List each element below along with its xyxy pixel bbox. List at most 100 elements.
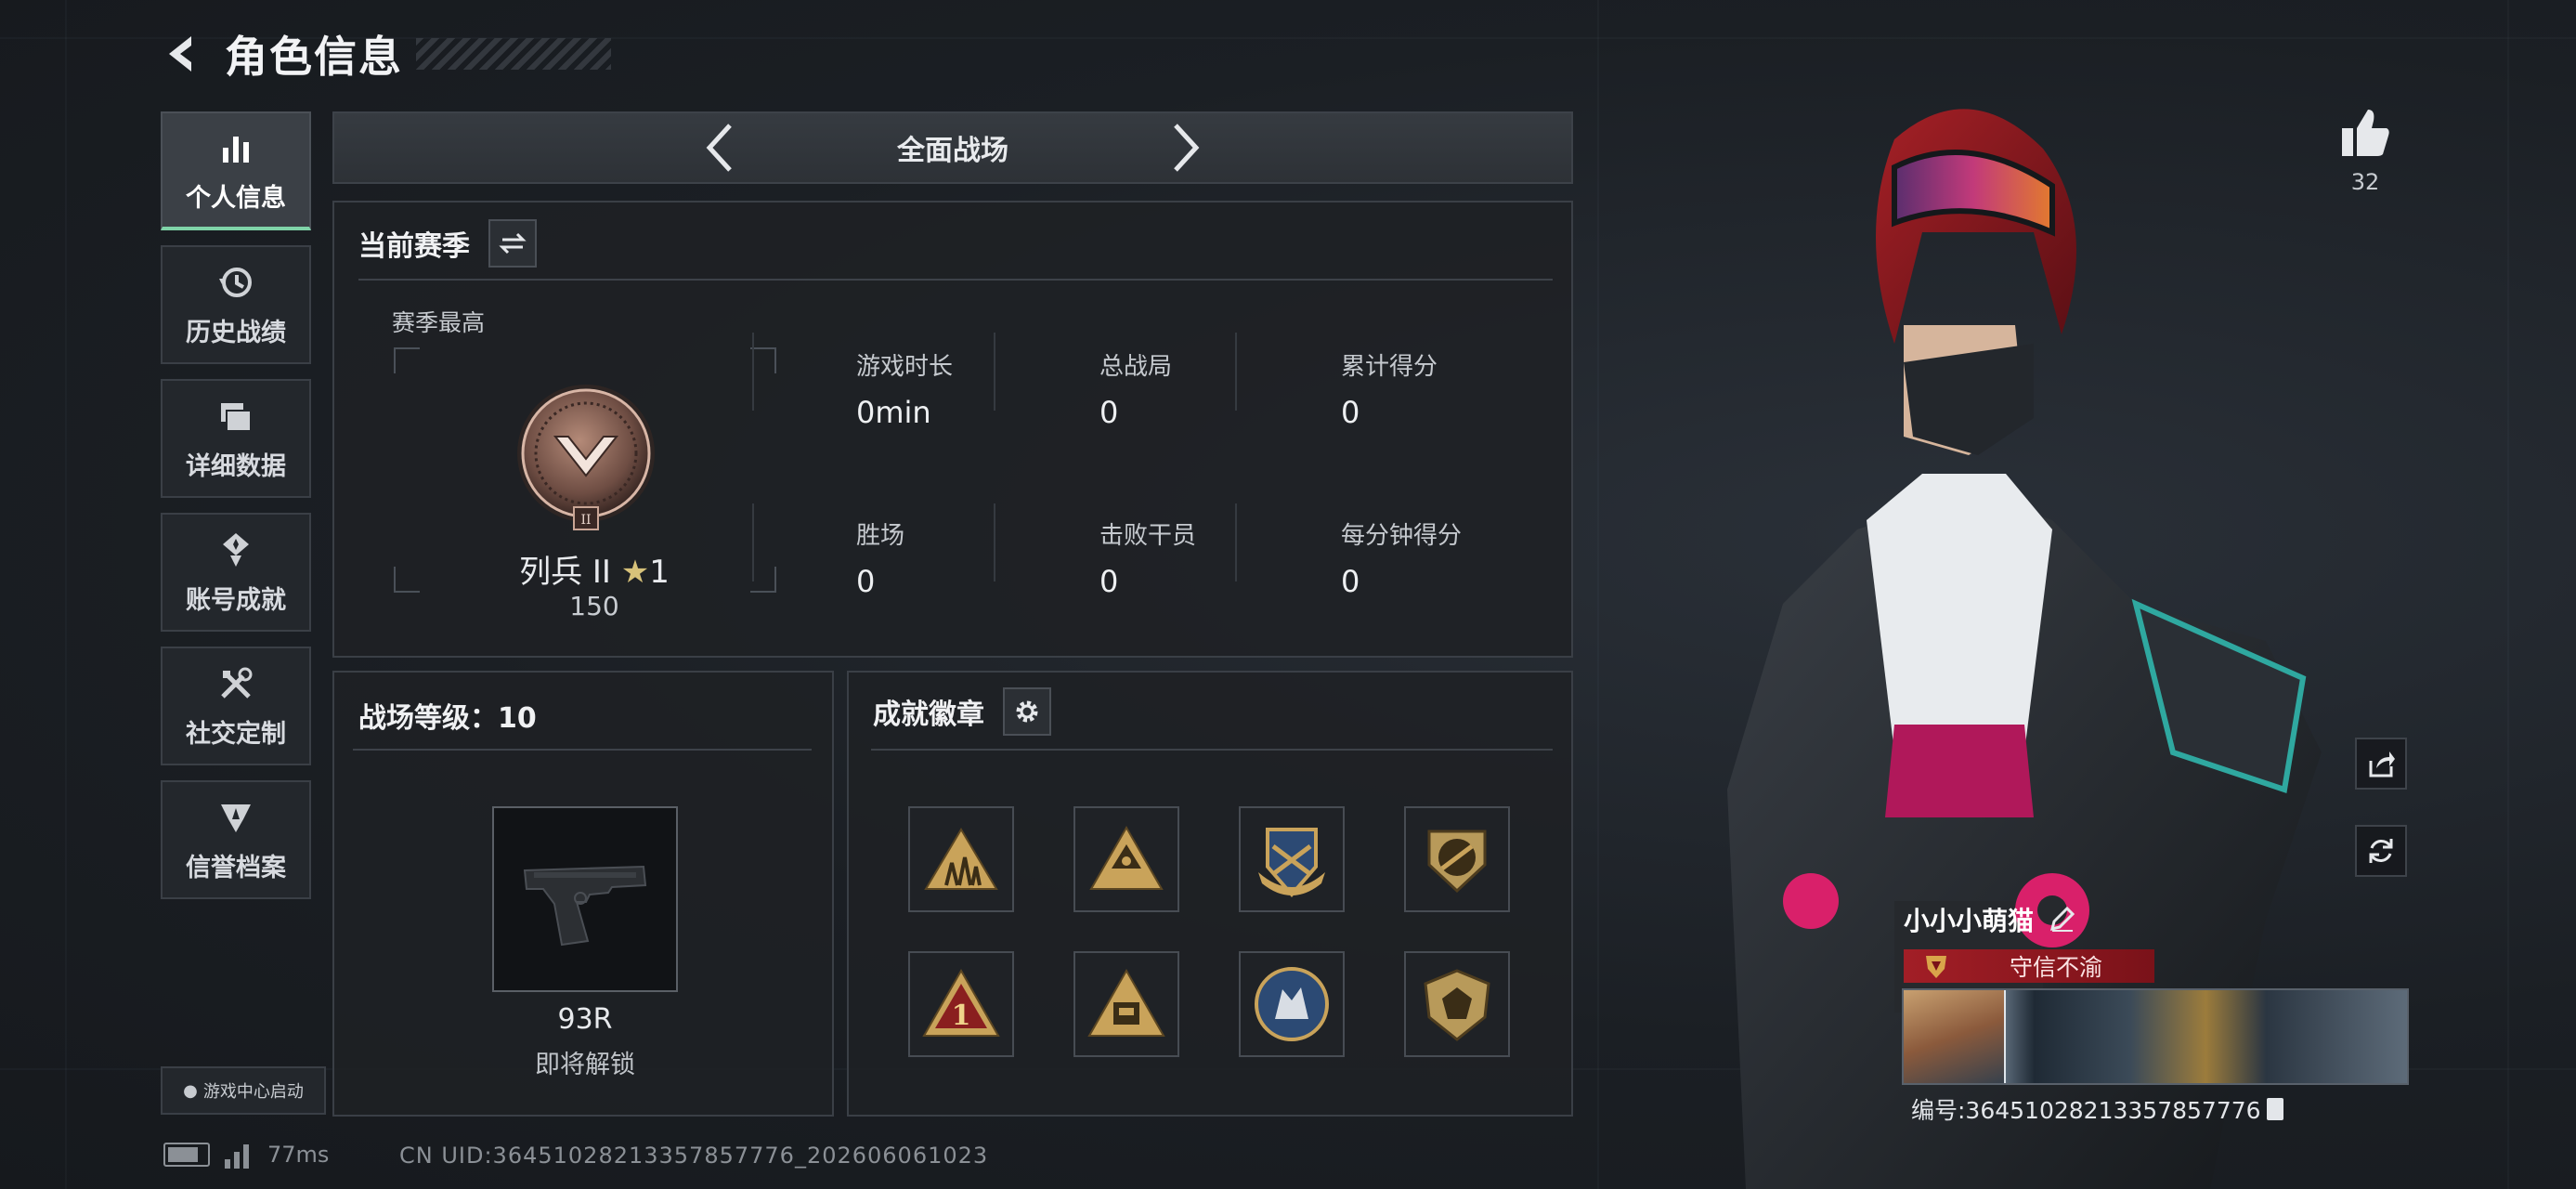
sidebar-item-credit[interactable]: 信誉档案	[161, 780, 311, 899]
sidebar-item-label: 账号成就	[186, 585, 286, 615]
player-name: 小小小萌猫	[1904, 901, 2154, 938]
badge-number-one[interactable]: 1	[908, 951, 1014, 1057]
stat-operators-defeated: 击败干员 0	[1099, 516, 1196, 599]
badge-gem-shield[interactable]	[1404, 951, 1510, 1057]
stat-total-score: 累计得分 0	[1341, 347, 1438, 430]
level-divider	[353, 749, 812, 751]
system-status: 77ms	[163, 1141, 329, 1169]
weapon-unlock-status: 即将解锁	[535, 1051, 635, 1079]
rank-private-badge-icon: II	[517, 385, 655, 530]
player-banner-card[interactable]	[1902, 988, 2409, 1085]
badges-title: 成就徽章	[873, 699, 984, 731]
badges-divider	[871, 749, 1553, 751]
stat-value: 0	[1099, 395, 1119, 430]
signal-icon	[225, 1141, 249, 1169]
badge-squad-triangle[interactable]	[908, 806, 1014, 912]
battery-icon	[163, 1143, 210, 1167]
badge-rifle-shield[interactable]	[1404, 806, 1510, 912]
honor-title: 守信不渝	[2010, 954, 2103, 981]
honor-crest-icon	[1926, 956, 1946, 978]
sidebar-item-label: 信誉档案	[186, 853, 286, 882]
badge-triangle-eye[interactable]	[1073, 806, 1179, 912]
stat-separator	[1235, 503, 1237, 581]
badge-tank-triangle[interactable]	[1073, 951, 1179, 1057]
achievement-medal-icon	[223, 532, 249, 567]
sidebar-item-history[interactable]: 历史战绩	[161, 245, 311, 364]
folder-icon	[221, 402, 252, 432]
credit-shield-icon	[221, 804, 251, 832]
badge-wolf-circle[interactable]	[1239, 951, 1345, 1057]
like-button[interactable]: 32	[2333, 106, 2398, 195]
level-title: 战场等级：10	[358, 702, 537, 735]
rank-star-count: 1	[649, 554, 670, 591]
sidebar-item-personal-info[interactable]: 个人信息	[161, 111, 311, 230]
sidebar-item-details[interactable]: 详细数据	[161, 379, 311, 498]
pistol-icon	[523, 865, 647, 947]
badge-crossed-wings[interactable]	[1239, 806, 1345, 912]
rank-name-text: 列兵 II	[519, 554, 611, 591]
stat-wins: 胜场 0	[856, 516, 904, 599]
gear-icon	[1016, 700, 1038, 723]
weapon-reward-card[interactable]	[492, 806, 678, 992]
stat-play-time: 游戏时长 0min	[856, 347, 953, 430]
current-season-panel: 当前赛季 赛季最高 II 列兵 II ★1 150 游戏时长 0min 总战局 …	[332, 201, 1573, 658]
title-decoration	[416, 38, 611, 70]
stat-separator	[1235, 333, 1237, 411]
sidebar-item-achievements[interactable]: 账号成就	[161, 513, 311, 632]
triangle-eye-medal-icon	[1089, 825, 1164, 890]
sidebar-item-social[interactable]: 社交定制	[161, 647, 311, 765]
stat-value: 0	[856, 564, 876, 599]
stat-value: 0	[1341, 395, 1360, 430]
refresh-icon	[2369, 839, 2393, 863]
back-button[interactable]	[158, 29, 208, 79]
stat-value: 0	[1099, 564, 1119, 599]
stat-label: 击败干员	[1099, 522, 1197, 550]
rifle-shield-medal-icon	[1427, 830, 1487, 894]
stat-score-per-minute: 每分钟得分 0	[1341, 516, 1462, 599]
crossed-wings-medal-icon	[1258, 828, 1325, 898]
game-center-launch-button[interactable]: ● 游戏中心启动	[161, 1066, 326, 1115]
season-switch-button[interactable]	[488, 219, 537, 268]
stat-separator	[752, 333, 754, 411]
uid-text: CN UID:3645102821335785777​6_20260606102…	[399, 1143, 989, 1169]
rank-star-icon: ★	[620, 554, 650, 591]
achievement-badges-panel: 成就徽章 1	[847, 671, 1573, 1117]
banner-thumbnail	[1904, 990, 2006, 1083]
mode-selector: 全面战场	[332, 111, 1573, 184]
gem-shield-medal-icon	[1424, 969, 1490, 1041]
player-name-card: 小小小萌猫 守信不渝	[1904, 901, 2154, 983]
bar-chart-icon	[223, 136, 249, 163]
stat-separator	[752, 503, 754, 581]
edit-pencil-icon[interactable]	[2049, 907, 2075, 933]
stat-label: 累计得分	[1341, 353, 1438, 381]
stat-value: 0min	[856, 395, 931, 430]
copy-icon[interactable]	[2266, 1098, 2283, 1120]
thumbs-up-icon	[2342, 110, 2389, 156]
svg-text:II: II	[580, 513, 591, 528]
badges-settings-button[interactable]	[1003, 687, 1051, 736]
mode-next-button[interactable]	[1157, 120, 1213, 176]
squad-triangle-medal-icon	[924, 828, 998, 890]
mode-prev-button[interactable]	[693, 120, 748, 176]
level-header: 战场等级：10	[358, 695, 537, 736]
sidebar: 个人信息 历史战绩 详细数据 账号成就 社交定制 信誉档案	[161, 111, 313, 914]
ping-value: 77ms	[267, 1142, 330, 1168]
badges-header: 成就徽章	[873, 687, 1051, 736]
rank-score: 150	[569, 591, 619, 621]
chevron-right-icon	[1174, 124, 1200, 172]
number-one-medal-icon: 1	[922, 968, 1000, 1037]
share-button[interactable]	[2355, 738, 2407, 790]
stat-separator	[994, 333, 995, 411]
stat-label: 胜场	[856, 522, 905, 550]
like-count: 32	[2350, 169, 2380, 195]
player-id: 编号:3645102821335785777​6	[1911, 1092, 2283, 1126]
stat-label: 游戏时长	[856, 353, 954, 381]
page-title: 角色信息	[225, 32, 403, 82]
rotate-character-button[interactable]	[2355, 825, 2407, 877]
sidebar-item-label: 历史战绩	[186, 318, 286, 347]
player-id-text: 编号:3645102821335785777​6	[1911, 1097, 2261, 1124]
season-best-label: 赛季最高	[392, 309, 486, 336]
stat-separator	[994, 503, 995, 581]
chevron-left-icon	[706, 124, 732, 172]
mode-title: 全面战场	[897, 135, 1008, 167]
